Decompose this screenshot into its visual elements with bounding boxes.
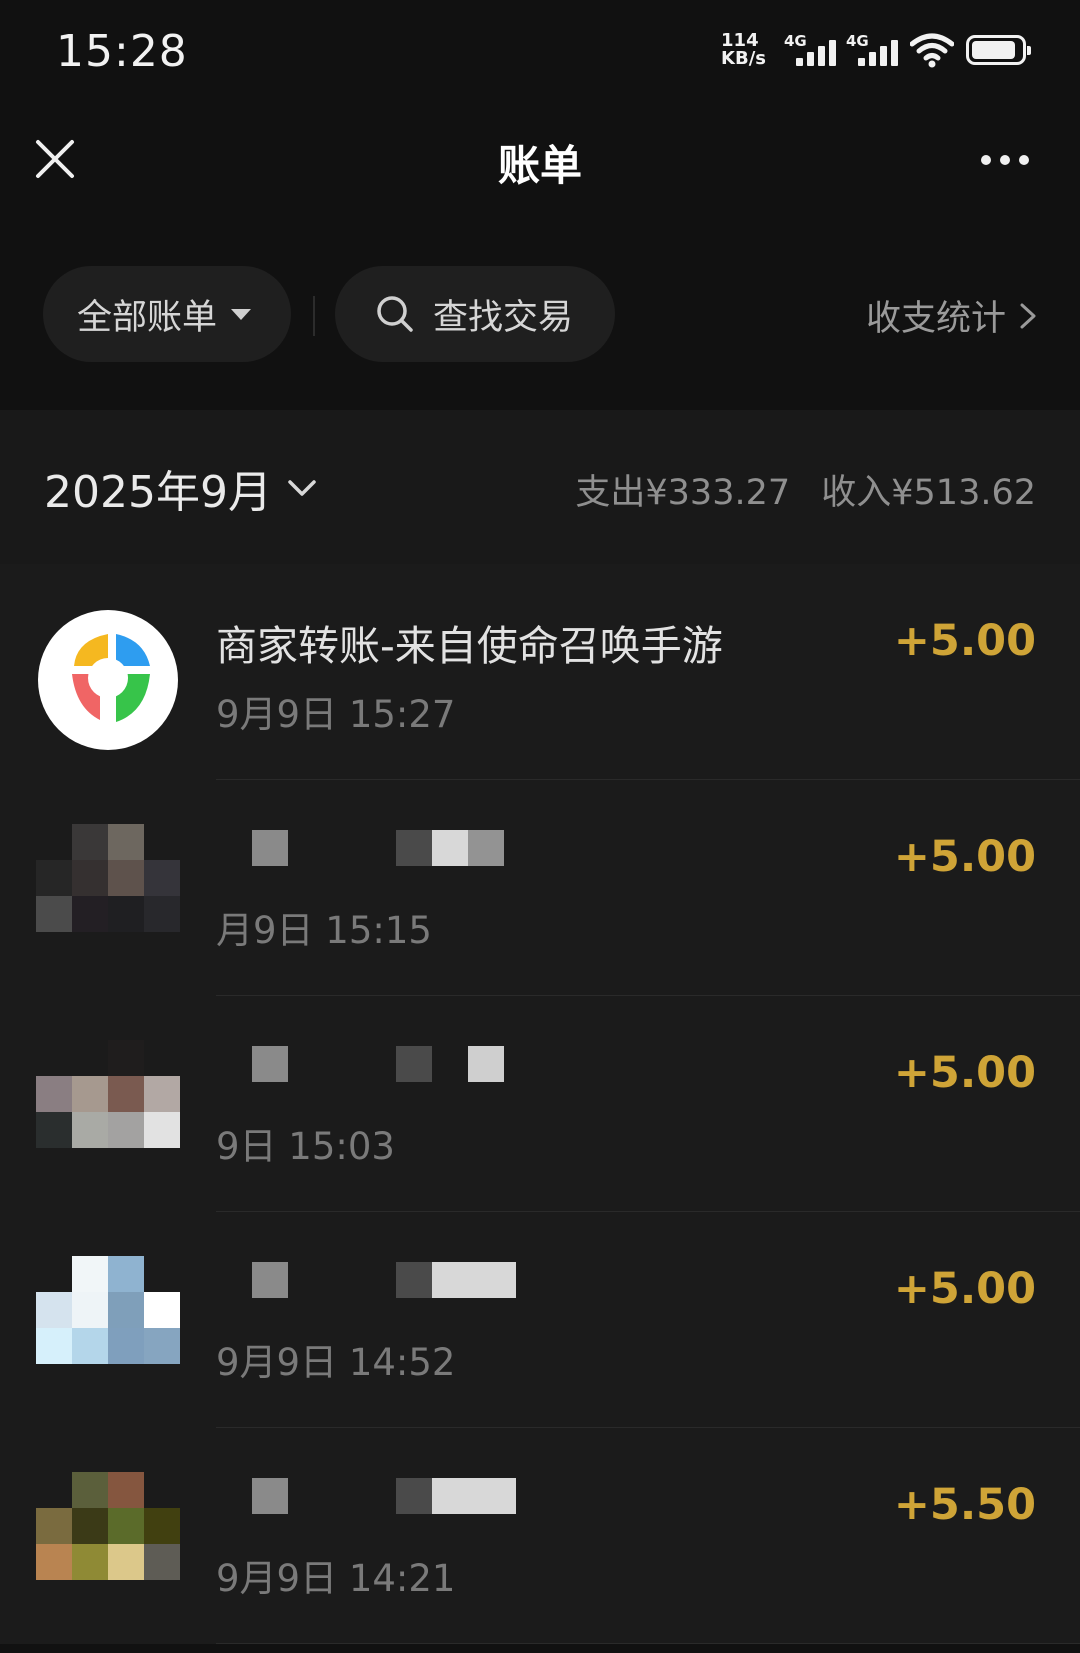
more-button[interactable] [970,148,1040,172]
merchant-logo-icon [38,610,178,750]
network-speed-unit: KB/s [721,48,766,69]
avatar [36,1040,180,1148]
search-transactions-button[interactable]: 查找交易 [335,266,615,362]
filter-divider [313,296,315,336]
transaction-row[interactable]: 9月9日 14:52 +5.00 [0,1212,1080,1428]
transaction-list: 商家转账-来自使命召唤手游 9月9日 15:27 +5.00 月9日 15:15… [0,564,1080,1644]
page-title: 账单 [497,141,582,190]
wifi-icon [910,33,954,68]
chevron-down-icon [288,480,316,496]
transaction-time: 9月9日 14:21 [216,1557,456,1600]
row-divider [216,1643,1080,1644]
signal-2-label: 4G [846,32,869,50]
avatar [36,824,180,932]
month-selector[interactable]: 2025年9月 [44,456,320,520]
avatar [36,1256,180,1364]
network-speed: 114 KB/s [721,32,766,68]
transaction-row[interactable]: 9日 15:03 +5.00 [0,996,1080,1212]
all-bills-dropdown[interactable]: 全部账单 [43,266,291,362]
redacted-title [252,830,504,866]
redacted-title [252,1046,504,1082]
transaction-row[interactable]: 商家转账-来自使命召唤手游 9月9日 15:27 +5.00 [0,564,1080,780]
month-totals: 支出¥333.27 收入¥513.62 [555,464,1036,515]
transaction-time: 9日 15:03 [216,1125,395,1168]
status-icons: 114 KB/s 4G 4G [721,32,1031,68]
expense-total: 支出¥333.27 [575,473,791,513]
transaction-time: 9月9日 15:27 [216,693,456,736]
avatar [36,1472,180,1580]
month-label: 2025年9月 [44,467,272,518]
header: 账单 [0,108,1080,212]
transaction-amount: +5.50 [893,1480,1036,1530]
transaction-time: 9月9日 14:52 [216,1341,456,1384]
transaction-amount: +5.00 [893,616,1036,666]
transaction-time: 月9日 15:15 [216,909,432,952]
search-icon [377,296,413,332]
status-bar: 15:28 114 KB/s 4G 4G [0,0,1080,108]
caret-down-icon [231,308,252,320]
redacted-title [252,1262,516,1298]
transaction-amount: +5.00 [893,1048,1036,1098]
battery-icon [966,35,1031,65]
income-total: 收入¥513.62 [821,473,1036,513]
transaction-amount: +5.00 [893,1264,1036,1314]
chevron-right-icon [1020,303,1036,328]
transaction-row[interactable]: 9月9日 14:21 +5.50 [0,1428,1080,1644]
more-icon [981,155,991,165]
transaction-row[interactable]: 月9日 15:15 +5.00 [0,780,1080,996]
filter-row: 全部账单 查找交易 收支统计 [43,266,1040,362]
transaction-amount: +5.00 [893,832,1036,882]
search-label: 查找交易 [433,297,574,338]
signal-1-label: 4G [784,32,807,50]
stats-link[interactable]: 收支统计 [866,290,1040,341]
month-summary-bar: 2025年9月 支出¥333.27 收入¥513.62 [0,410,1080,564]
stats-label: 收支统计 [865,299,1006,339]
signal-icon: 4G [784,32,836,66]
transaction-title: 商家转账-来自使命召唤手游 [216,622,723,670]
status-time: 15:28 [56,26,188,77]
signal-icon: 4G [846,32,898,66]
redacted-title [252,1478,516,1514]
all-bills-label: 全部账单 [77,297,218,338]
